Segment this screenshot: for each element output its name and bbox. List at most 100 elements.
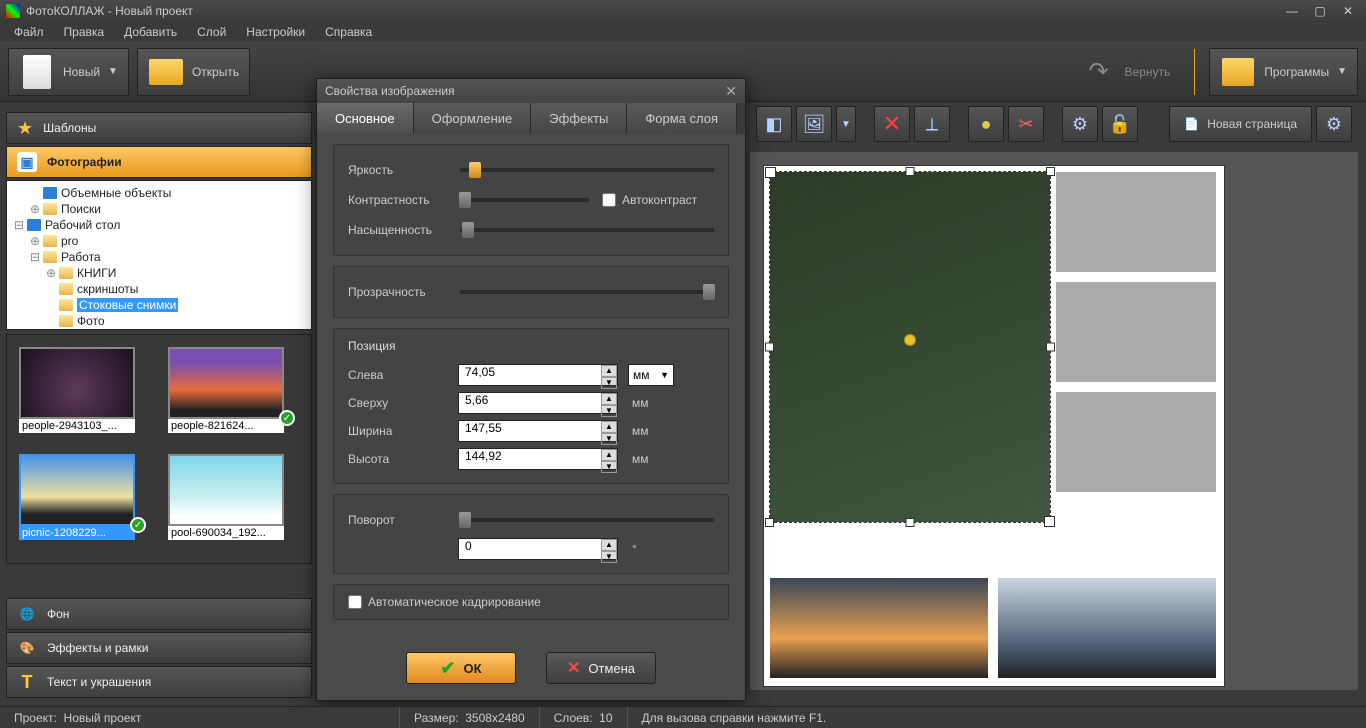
toolbar-return-button[interactable]: ↷ Вернуть xyxy=(1071,48,1181,96)
tree-item[interactable]: Объемные объекты xyxy=(61,186,171,200)
collage-image[interactable] xyxy=(1056,392,1216,492)
resize-handle[interactable] xyxy=(906,518,915,527)
maximize-button[interactable]: ▢ xyxy=(1308,4,1332,18)
accordion-effects[interactable]: 🎨 Эффекты и рамки xyxy=(6,632,312,664)
menu-help[interactable]: Справка xyxy=(315,23,382,41)
accordion-templates[interactable]: ★ Шаблоны xyxy=(6,112,312,144)
toolbar-programs-button[interactable]: Программы ▼ xyxy=(1209,48,1358,96)
folder-tree[interactable]: Объемные объекты ⊕Поиски ⊟Рабочий стол ⊕… xyxy=(6,180,312,330)
tool-delete-button[interactable]: ✕ xyxy=(874,106,910,142)
spin-down[interactable]: ▼ xyxy=(601,377,617,389)
spin-down[interactable]: ▼ xyxy=(601,461,617,473)
thumbnail[interactable]: ✓ people-821624... xyxy=(168,347,299,444)
rotation-input[interactable]: 0▲▼ xyxy=(458,538,618,560)
selected-image-layer[interactable] xyxy=(770,172,1050,522)
top-input[interactable]: 5,66▲▼ xyxy=(458,392,618,414)
dialog-close-button[interactable]: ✕ xyxy=(725,83,737,100)
width-input[interactable]: 147,55▲▼ xyxy=(458,420,618,442)
tool-dropdown-button[interactable]: ▼ xyxy=(836,106,856,142)
status-hint: Для вызова справки нажмите F1. xyxy=(628,707,841,728)
tool-image-button[interactable]: 🖼 xyxy=(796,106,832,142)
menu-file[interactable]: Файл xyxy=(4,23,54,41)
spin-down[interactable]: ▼ xyxy=(601,551,617,563)
resize-handle[interactable] xyxy=(765,518,774,527)
thumbnail[interactable]: people-2943103_... xyxy=(19,347,150,444)
unit-select[interactable]: мм▼ xyxy=(628,364,674,386)
thumbnail-label: people-821624... xyxy=(168,419,284,433)
spin-down[interactable]: ▼ xyxy=(601,433,617,445)
thumbnail-image xyxy=(19,454,135,526)
collage-image[interactable] xyxy=(770,578,988,678)
tool-lock-button[interactable]: 🔓 xyxy=(1102,106,1138,142)
tree-item[interactable]: КНИГИ xyxy=(77,266,116,280)
tool-settings-button[interactable]: ⚙ xyxy=(1062,106,1098,142)
tree-item[interactable]: скриншоты xyxy=(77,282,138,296)
height-input[interactable]: 144,92▲▼ xyxy=(458,448,618,470)
rotate-handle[interactable] xyxy=(904,334,916,346)
tool-crop-button[interactable]: ⟂ xyxy=(914,106,950,142)
tool-cut-button[interactable]: ✂ xyxy=(1008,106,1044,142)
tab-design[interactable]: Оформление xyxy=(414,103,532,134)
new-page-button[interactable]: 📄 Новая страница xyxy=(1169,106,1312,142)
tree-item[interactable]: Рабочий стол xyxy=(45,218,120,232)
tree-item[interactable]: Поиски xyxy=(61,202,101,216)
accordion-background[interactable]: 🌐 Фон xyxy=(6,598,312,630)
spin-up[interactable]: ▲ xyxy=(601,365,617,377)
menu-settings[interactable]: Настройки xyxy=(236,23,315,41)
menu-layer[interactable]: Слой xyxy=(187,23,236,41)
rotation-slider[interactable] xyxy=(460,518,714,522)
collage-image[interactable] xyxy=(1056,172,1216,272)
collage-image[interactable] xyxy=(998,578,1216,678)
autocontrast-checkbox[interactable]: Автоконтраст xyxy=(602,193,702,207)
folder-icon xyxy=(59,299,73,311)
toolbar-open-button[interactable]: Открыть xyxy=(137,48,250,96)
menu-add[interactable]: Добавить xyxy=(114,23,187,41)
minimize-button[interactable]: — xyxy=(1280,4,1304,18)
canvas-area[interactable] xyxy=(750,152,1358,690)
spin-down[interactable]: ▼ xyxy=(601,405,617,417)
collage-page[interactable] xyxy=(764,166,1224,686)
spin-up[interactable]: ▲ xyxy=(601,421,617,433)
accordion-photos[interactable]: ▣ Фотографии xyxy=(6,146,312,178)
accordion-text[interactable]: T Текст и украшения xyxy=(6,666,312,698)
menu-edit[interactable]: Правка xyxy=(54,23,115,41)
toolbar-return-label: Вернуть xyxy=(1125,65,1171,79)
tool-color-button[interactable]: ● xyxy=(968,106,1004,142)
check-icon: ✔ xyxy=(440,658,455,679)
close-window-button[interactable]: ✕ xyxy=(1336,4,1360,18)
saturation-label: Насыщенность xyxy=(348,223,448,237)
thumbnail-selected[interactable]: ✓ picnic-1208229... xyxy=(19,454,150,551)
tree-item-selected[interactable]: Стоковые снимки xyxy=(77,298,178,312)
tree-item[interactable]: pro xyxy=(61,234,78,248)
opacity-slider[interactable] xyxy=(460,290,714,294)
spin-up[interactable]: ▲ xyxy=(601,449,617,461)
dialog-buttons: ✔ОК ✕Отмена xyxy=(317,640,745,700)
left-input[interactable]: 74,05▲▼ xyxy=(458,364,618,386)
tool-flip-h-button[interactable]: ◧ xyxy=(756,106,792,142)
spin-up[interactable]: ▲ xyxy=(601,393,617,405)
spin-up[interactable]: ▲ xyxy=(601,539,617,551)
unit-label: мм xyxy=(628,392,674,414)
tab-main[interactable]: Основное xyxy=(317,103,414,134)
resize-handle[interactable] xyxy=(1046,343,1055,352)
tab-effects[interactable]: Эффекты xyxy=(531,103,627,134)
tool-page-settings-button[interactable]: ⚙ xyxy=(1316,106,1352,142)
ok-button[interactable]: ✔ОК xyxy=(406,652,516,684)
autocrop-checkbox[interactable]: Автоматическое кадрирование xyxy=(348,595,714,609)
resize-handle[interactable] xyxy=(906,167,915,176)
contrast-slider[interactable] xyxy=(460,198,590,202)
page-icon: 📄 xyxy=(1184,117,1199,131)
toolbar-new-button[interactable]: Новый ▼ xyxy=(8,48,129,96)
thumbnail[interactable]: pool-690034_192... xyxy=(168,454,299,551)
top-label: Сверху xyxy=(348,396,448,410)
tab-shape[interactable]: Форма слоя xyxy=(627,103,737,134)
cancel-button[interactable]: ✕Отмена xyxy=(546,652,656,684)
resize-handle[interactable] xyxy=(1046,167,1055,176)
tree-item[interactable]: Работа xyxy=(61,250,101,264)
resize-handle[interactable] xyxy=(765,343,774,352)
brightness-slider[interactable] xyxy=(460,168,714,172)
dialog-titlebar[interactable]: Свойства изображения ✕ xyxy=(317,79,745,103)
saturation-slider[interactable] xyxy=(460,228,714,232)
tree-item[interactable]: Фото xyxy=(77,314,105,328)
collage-image[interactable] xyxy=(1056,282,1216,382)
